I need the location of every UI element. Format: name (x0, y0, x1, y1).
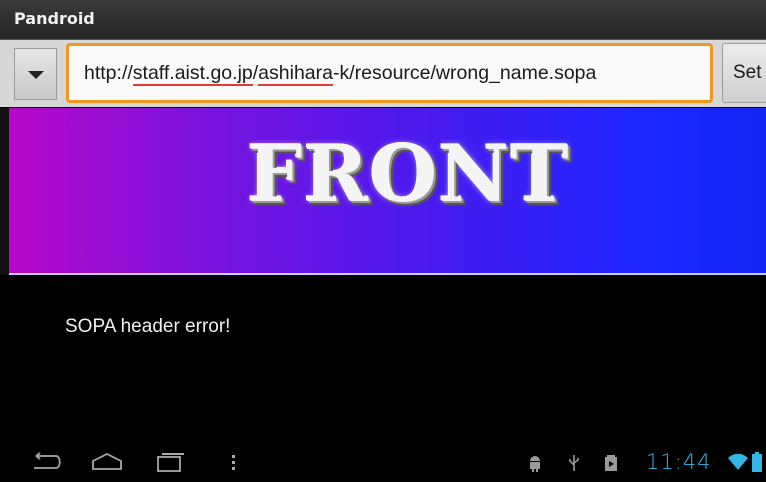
front-banner: FRONT (9, 108, 766, 275)
url-part: http:// (84, 61, 133, 84)
wifi-icon (728, 453, 748, 475)
download-icon (604, 454, 618, 476)
home-icon[interactable] (90, 452, 124, 476)
front-logo: FRONT (247, 129, 570, 220)
url-history-dropdown-button[interactable] (14, 48, 57, 100)
url-part: -k/resource/wrong_name.sopa (332, 61, 597, 84)
usb-icon (568, 454, 580, 476)
menu-icon[interactable] (230, 454, 238, 476)
app-screen: Pandroid http://staff.aist.go.jp/ashihar… (0, 0, 766, 482)
title-bar: Pandroid (0, 0, 766, 40)
set-button[interactable]: Set (722, 43, 766, 103)
banner-edge (0, 108, 9, 275)
battery-icon (752, 452, 762, 476)
address-toolbar: http://staff.aist.go.jp/ashihara-k/resou… (0, 40, 766, 107)
system-navigation-bar: 11:44 (0, 442, 766, 482)
url-part-misspelled: staff.aist.go.jp (132, 61, 253, 86)
content-area: SOPA header error! (0, 276, 766, 442)
android-debug-icon (528, 454, 542, 476)
app-title: Pandroid (14, 9, 95, 28)
recent-apps-icon[interactable] (156, 451, 186, 477)
url-text: http://staff.aist.go.jp/ashihara-k/resou… (84, 61, 597, 86)
url-input[interactable]: http://staff.aist.go.jp/ashihara-k/resou… (66, 43, 713, 103)
url-part-misspelled: ashihara (258, 61, 333, 86)
status-clock: 11:44 (646, 450, 712, 474)
error-message: SOPA header error! (65, 316, 231, 337)
back-icon[interactable] (28, 452, 62, 476)
chevron-down-icon (27, 71, 44, 79)
